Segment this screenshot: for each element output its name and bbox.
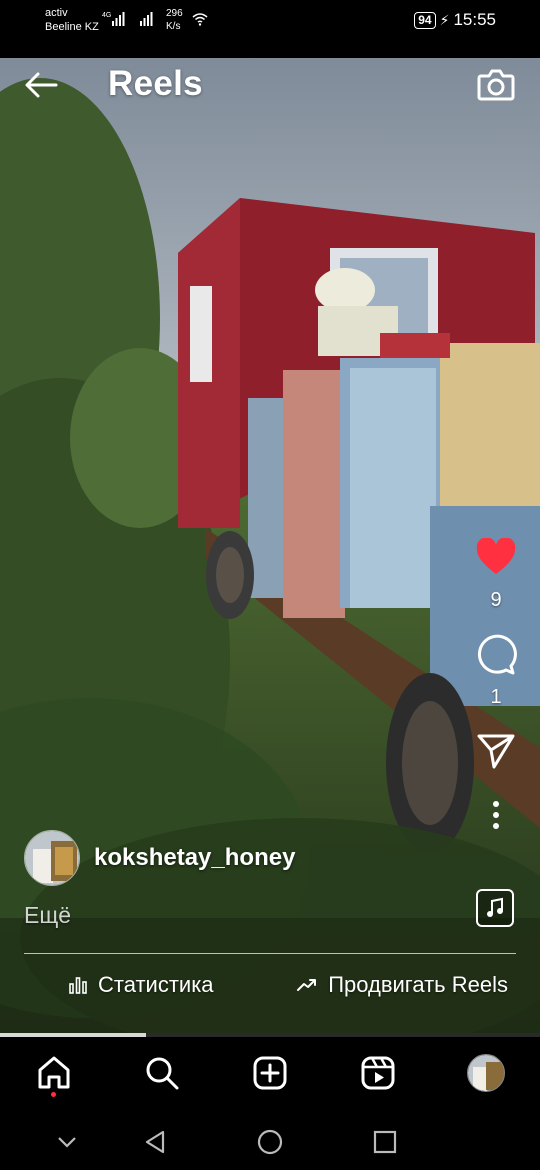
video-frame bbox=[0, 58, 540, 1033]
signal-icon: 4G bbox=[102, 12, 153, 26]
chevron-down-icon[interactable] bbox=[52, 1127, 82, 1157]
page-title: Reels bbox=[108, 64, 203, 103]
recents-square-icon[interactable] bbox=[370, 1127, 400, 1157]
trending-up-icon bbox=[297, 979, 317, 991]
statistics-button[interactable]: Статистика bbox=[68, 972, 214, 998]
create-post-icon[interactable] bbox=[250, 1053, 290, 1093]
wifi-icon bbox=[192, 13, 208, 26]
camera-icon[interactable] bbox=[476, 66, 516, 102]
reels-header: Reels bbox=[0, 58, 540, 110]
profile-avatar-image bbox=[467, 1054, 505, 1092]
status-bar: activ Beeline KZ 4G 296 K/s 94 ⚡ 15:55 bbox=[0, 0, 540, 40]
reel-video[interactable] bbox=[0, 58, 540, 1033]
avatar[interactable] bbox=[24, 830, 80, 886]
home-icon[interactable] bbox=[34, 1053, 74, 1093]
comments-count[interactable]: 1 bbox=[490, 686, 501, 709]
svg-text:4G: 4G bbox=[102, 12, 111, 19]
arrow-left-icon[interactable] bbox=[22, 70, 62, 100]
bar-chart-icon bbox=[69, 977, 87, 994]
insights-bar: Статистика Продвигать Reels bbox=[24, 953, 516, 1017]
send-icon[interactable] bbox=[474, 729, 518, 773]
bottom-navigation bbox=[0, 1037, 540, 1111]
back-triangle-icon[interactable] bbox=[140, 1127, 170, 1157]
network-speed: 296 K/s bbox=[166, 7, 183, 33]
promote-reels-button[interactable]: Продвигать Reels bbox=[296, 972, 508, 998]
reels-icon[interactable] bbox=[358, 1053, 398, 1093]
more-vertical-icon[interactable] bbox=[474, 793, 518, 837]
heart-filled-icon[interactable] bbox=[474, 535, 518, 579]
profile-avatar[interactable] bbox=[466, 1053, 506, 1093]
carrier-top: activ bbox=[45, 7, 68, 19]
carrier-info: activ Beeline KZ bbox=[45, 6, 99, 34]
promote-label: Продвигать Reels bbox=[328, 972, 508, 997]
home-circle-icon[interactable] bbox=[255, 1127, 285, 1157]
caption-more[interactable]: Ещё bbox=[24, 902, 71, 929]
carrier-name: Beeline KZ bbox=[45, 21, 99, 33]
active-indicator bbox=[51, 1092, 56, 1097]
speed-unit: K/s bbox=[166, 21, 181, 32]
action-column: 9 1 bbox=[474, 535, 518, 837]
post-author[interactable]: kokshetay_honey bbox=[24, 830, 295, 886]
battery-indicator: 94 bbox=[414, 11, 436, 29]
statistics-label: Статистика bbox=[98, 972, 214, 997]
music-note-icon[interactable] bbox=[476, 889, 514, 927]
comment-icon[interactable] bbox=[474, 632, 518, 676]
charging-icon: ⚡ bbox=[439, 11, 450, 28]
search-icon[interactable] bbox=[142, 1053, 182, 1093]
system-navigation bbox=[0, 1111, 540, 1170]
likes-count[interactable]: 9 bbox=[490, 589, 501, 612]
status-right: 94 ⚡ 15:55 bbox=[414, 10, 496, 30]
speed-value: 296 bbox=[166, 8, 183, 19]
username[interactable]: kokshetay_honey bbox=[94, 844, 295, 872]
clock: 15:55 bbox=[453, 10, 496, 29]
